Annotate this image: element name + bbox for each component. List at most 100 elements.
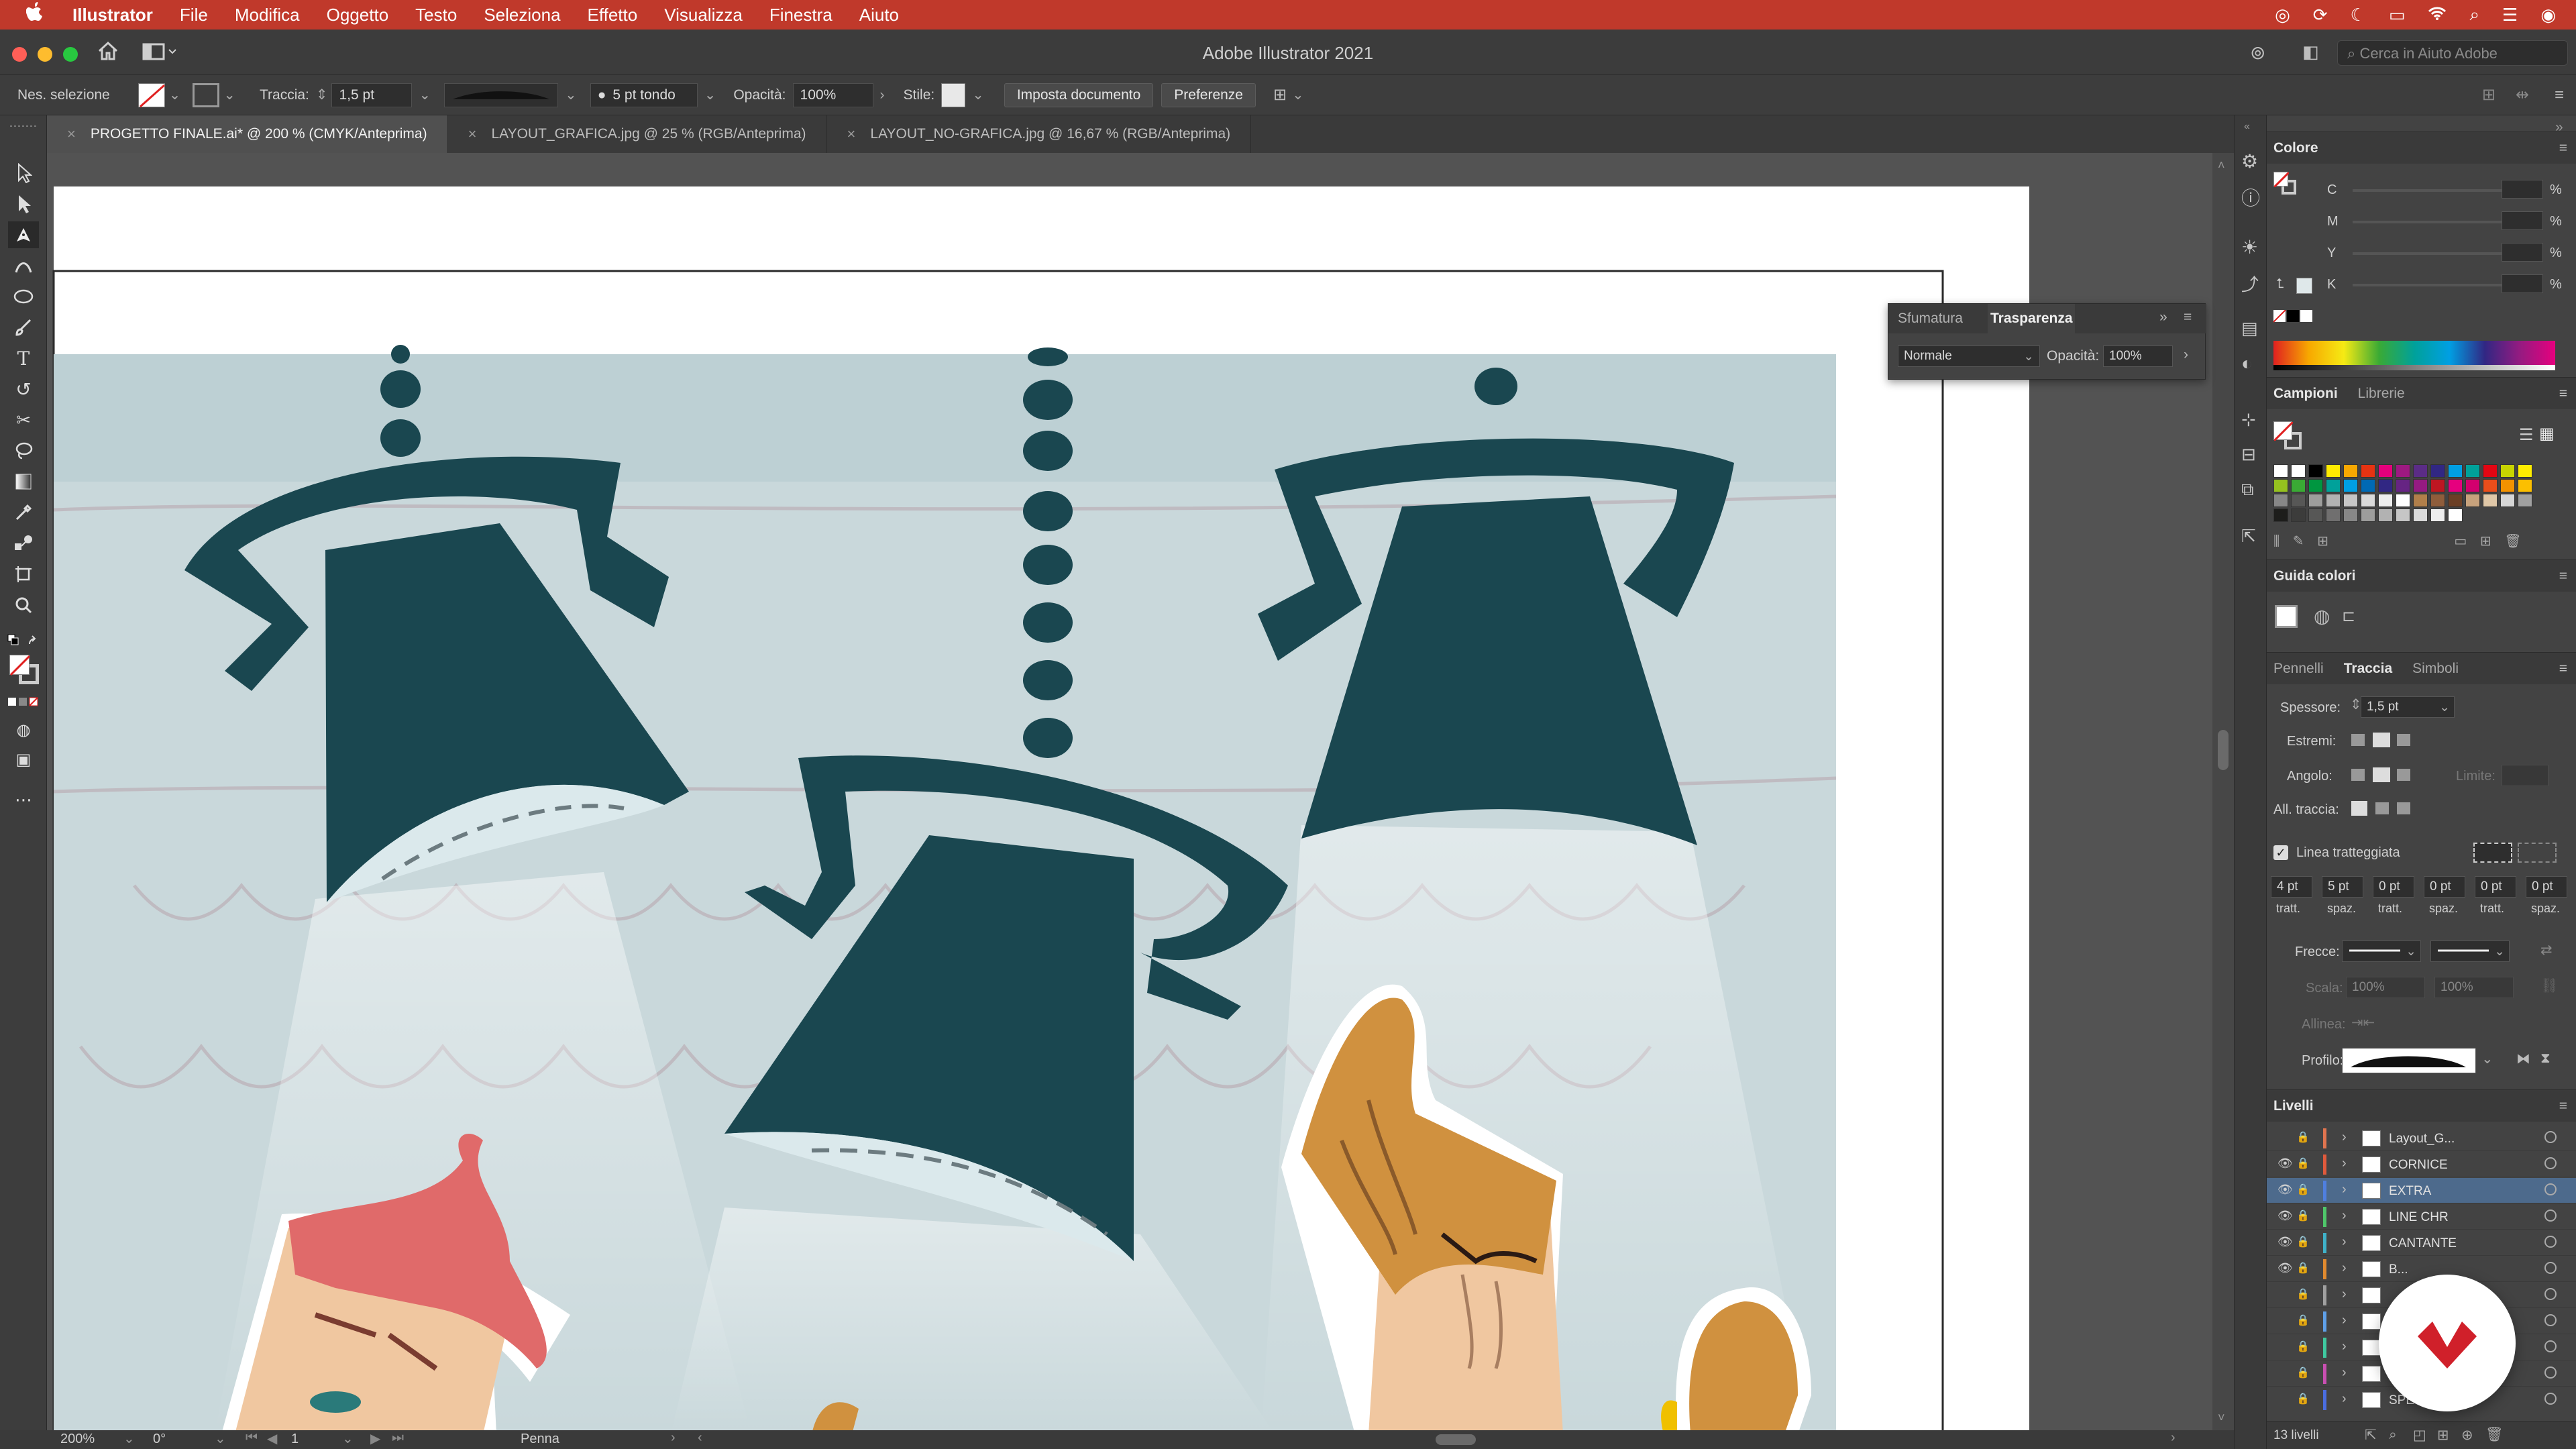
color-swatch[interactable] bbox=[2326, 479, 2341, 492]
menu-effetto[interactable]: Effetto bbox=[588, 5, 638, 25]
close-tab-icon[interactable]: × bbox=[847, 125, 856, 143]
menu-file[interactable]: File bbox=[180, 5, 208, 25]
blend-mode-select[interactable]: Normale ⌄ bbox=[1898, 345, 2040, 367]
limit-input[interactable] bbox=[2502, 765, 2548, 786]
siri-icon[interactable]: ◉ bbox=[2540, 5, 2556, 25]
color-swatch[interactable] bbox=[2308, 494, 2323, 507]
color-swatch[interactable] bbox=[2291, 479, 2306, 492]
hscroll-right-icon[interactable]: › bbox=[2171, 1430, 2176, 1446]
color-swatch[interactable] bbox=[2308, 479, 2323, 492]
appearance-sun-icon[interactable]: ☀ bbox=[2241, 236, 2258, 258]
color-swatch[interactable] bbox=[2518, 494, 2532, 507]
scroll-up-icon[interactable]: ˄ bbox=[2218, 158, 2225, 172]
menu-aiuto[interactable]: Aiuto bbox=[859, 5, 899, 25]
preferences-button[interactable]: Preferenze bbox=[1161, 83, 1256, 107]
close-tab-icon[interactable]: × bbox=[67, 125, 76, 143]
color-swatch[interactable] bbox=[2273, 508, 2288, 522]
tab-swatches[interactable]: Campioni bbox=[2273, 386, 2338, 402]
control-bar-menu-icon[interactable]: ≡ bbox=[2555, 86, 2564, 105]
lock-icon[interactable]: 🔒 bbox=[2296, 1157, 2310, 1170]
stroke-weight-input[interactable]: 1,5 pt ⌄ bbox=[2361, 696, 2455, 718]
color-swatch[interactable] bbox=[2518, 479, 2532, 492]
collapse-panel-icon[interactable]: » bbox=[2159, 309, 2167, 325]
delete-layer-icon[interactable]: 🗑 bbox=[2485, 1427, 2504, 1443]
collapse-strip-icon[interactable]: « bbox=[2244, 121, 2250, 133]
layer-row[interactable]: 👁 🔒 › LINE CHR bbox=[2267, 1204, 2576, 1230]
layer-target-icon[interactable] bbox=[2544, 1393, 2557, 1405]
color-swatch[interactable] bbox=[2413, 494, 2428, 507]
profile-dropdown-icon[interactable]: ⌄ bbox=[565, 87, 577, 103]
pen-tool-icon[interactable] bbox=[8, 221, 39, 248]
color-swatch[interactable] bbox=[2413, 508, 2428, 522]
gap-2-input[interactable]: 0 pt bbox=[2424, 876, 2465, 898]
list-view-icon[interactable]: ☰ bbox=[2519, 425, 2534, 445]
color-swatch[interactable] bbox=[2483, 494, 2498, 507]
new-color-group-icon[interactable]: ▭ bbox=[2454, 534, 2467, 549]
swatch-kind-icon[interactable]: ⊞ bbox=[2317, 534, 2328, 549]
brush-definition[interactable]: ● 5 pt tondo bbox=[590, 83, 698, 107]
control-center-icon[interactable]: ☰ bbox=[2502, 5, 2518, 25]
layer-target-icon[interactable] bbox=[2544, 1314, 2557, 1326]
info-icon[interactable]: ⓘ bbox=[2241, 184, 2260, 211]
menu-finestra[interactable]: Finestra bbox=[769, 5, 833, 25]
zoom-level[interactable]: 200% bbox=[60, 1432, 95, 1447]
color-swatch[interactable] bbox=[2430, 464, 2445, 478]
color-swatch[interactable] bbox=[2326, 494, 2341, 507]
align-panel-icon[interactable]: ⊟ bbox=[2241, 444, 2256, 465]
expand-layer-icon[interactable]: › bbox=[2342, 1130, 2347, 1145]
document-setup-button[interactable]: Imposta documento bbox=[1004, 83, 1154, 107]
draw-mode-icon[interactable]: ◍ bbox=[8, 716, 39, 743]
color-swatch[interactable] bbox=[2361, 479, 2375, 492]
color-swatch[interactable] bbox=[2273, 464, 2288, 478]
link-scale-icon[interactable]: ⛓ bbox=[2540, 978, 2559, 994]
new-layer-icon[interactable]: ⊕ bbox=[2461, 1427, 2473, 1444]
layer-target-icon[interactable] bbox=[2544, 1262, 2557, 1274]
transparency-panel-icon[interactable]: ◐ bbox=[2241, 353, 2253, 374]
color-swatch[interactable] bbox=[2343, 479, 2358, 492]
color-mode-buttons[interactable] bbox=[7, 695, 40, 710]
stroke-stepper-icon[interactable]: ⇕ bbox=[316, 87, 328, 103]
swatch-fill-stroke-indicator[interactable] bbox=[2273, 421, 2304, 452]
hscroll-left-icon[interactable]: ‹ bbox=[698, 1430, 702, 1446]
clipping-mask-icon[interactable]: ◰ bbox=[2413, 1427, 2426, 1444]
lock-icon[interactable]: 🔒 bbox=[2296, 1209, 2310, 1222]
color-swatch[interactable] bbox=[2430, 479, 2445, 492]
fill-dropdown-icon[interactable]: ⌄ bbox=[169, 87, 181, 103]
gap-3-input[interactable]: 0 pt bbox=[2526, 876, 2567, 898]
lock-icon[interactable]: 🔒 bbox=[2296, 1366, 2310, 1379]
expand-layer-icon[interactable]: › bbox=[2342, 1391, 2347, 1407]
dash-3-input[interactable]: 0 pt bbox=[2475, 876, 2516, 898]
color-swatch[interactable] bbox=[2413, 479, 2428, 492]
blend-tool-icon[interactable] bbox=[8, 530, 39, 557]
new-sublayer-icon[interactable]: ⊞ bbox=[2437, 1427, 2449, 1444]
export-icon[interactable]: ⤴ bbox=[2241, 271, 2259, 296]
paintbrush-tool-icon[interactable] bbox=[8, 314, 39, 341]
layer-target-icon[interactable] bbox=[2544, 1157, 2557, 1169]
tab-layout-grafica[interactable]: × LAYOUT_GRAFICA.jpg @ 25 % (RGB/Antepri… bbox=[448, 115, 827, 153]
tab-brushes[interactable]: Pennelli bbox=[2273, 661, 2324, 677]
lock-icon[interactable]: 🔒 bbox=[2296, 1183, 2310, 1196]
corner-buttons[interactable] bbox=[2350, 765, 2417, 785]
profile-dropdown-icon[interactable]: ⌄ bbox=[2481, 1051, 2493, 1067]
arrow-start-scale-input[interactable]: 100% bbox=[2346, 977, 2425, 998]
layers-panel-header[interactable]: Livelli ≡ bbox=[2267, 1089, 2576, 1122]
lock-icon[interactable]: 🔒 bbox=[2296, 1261, 2310, 1275]
color-swatch[interactable] bbox=[2500, 494, 2515, 507]
fill-indicator[interactable] bbox=[9, 655, 31, 676]
arrange-documents-icon[interactable]: ⊞ bbox=[1273, 85, 1287, 105]
tab-symbols[interactable]: Simboli bbox=[2412, 661, 2459, 677]
expand-layer-icon[interactable]: › bbox=[2342, 1313, 2347, 1328]
dashed-line-checkbox[interactable]: ✓ bbox=[2273, 845, 2288, 860]
color-swatch[interactable] bbox=[2361, 494, 2375, 507]
color-panel-menu-icon[interactable]: ≡ bbox=[2559, 140, 2567, 156]
none-black-white-swatches[interactable] bbox=[2273, 309, 2314, 323]
channel-c-input[interactable] bbox=[2502, 180, 2543, 199]
expand-layer-icon[interactable]: › bbox=[2342, 1339, 2347, 1354]
menu-visualizza[interactable]: Visualizza bbox=[664, 5, 743, 25]
color-swatch[interactable] bbox=[2378, 464, 2393, 478]
stroke-panel-menu-icon[interactable]: ≡ bbox=[2559, 661, 2567, 677]
lock-icon[interactable]: 🔒 bbox=[2296, 1392, 2310, 1405]
sync-icon[interactable]: ⟳ bbox=[2313, 5, 2328, 25]
creative-cloud-icon[interactable]: ◎ bbox=[2275, 5, 2290, 25]
lock-icon[interactable]: 🔒 bbox=[2296, 1130, 2310, 1144]
